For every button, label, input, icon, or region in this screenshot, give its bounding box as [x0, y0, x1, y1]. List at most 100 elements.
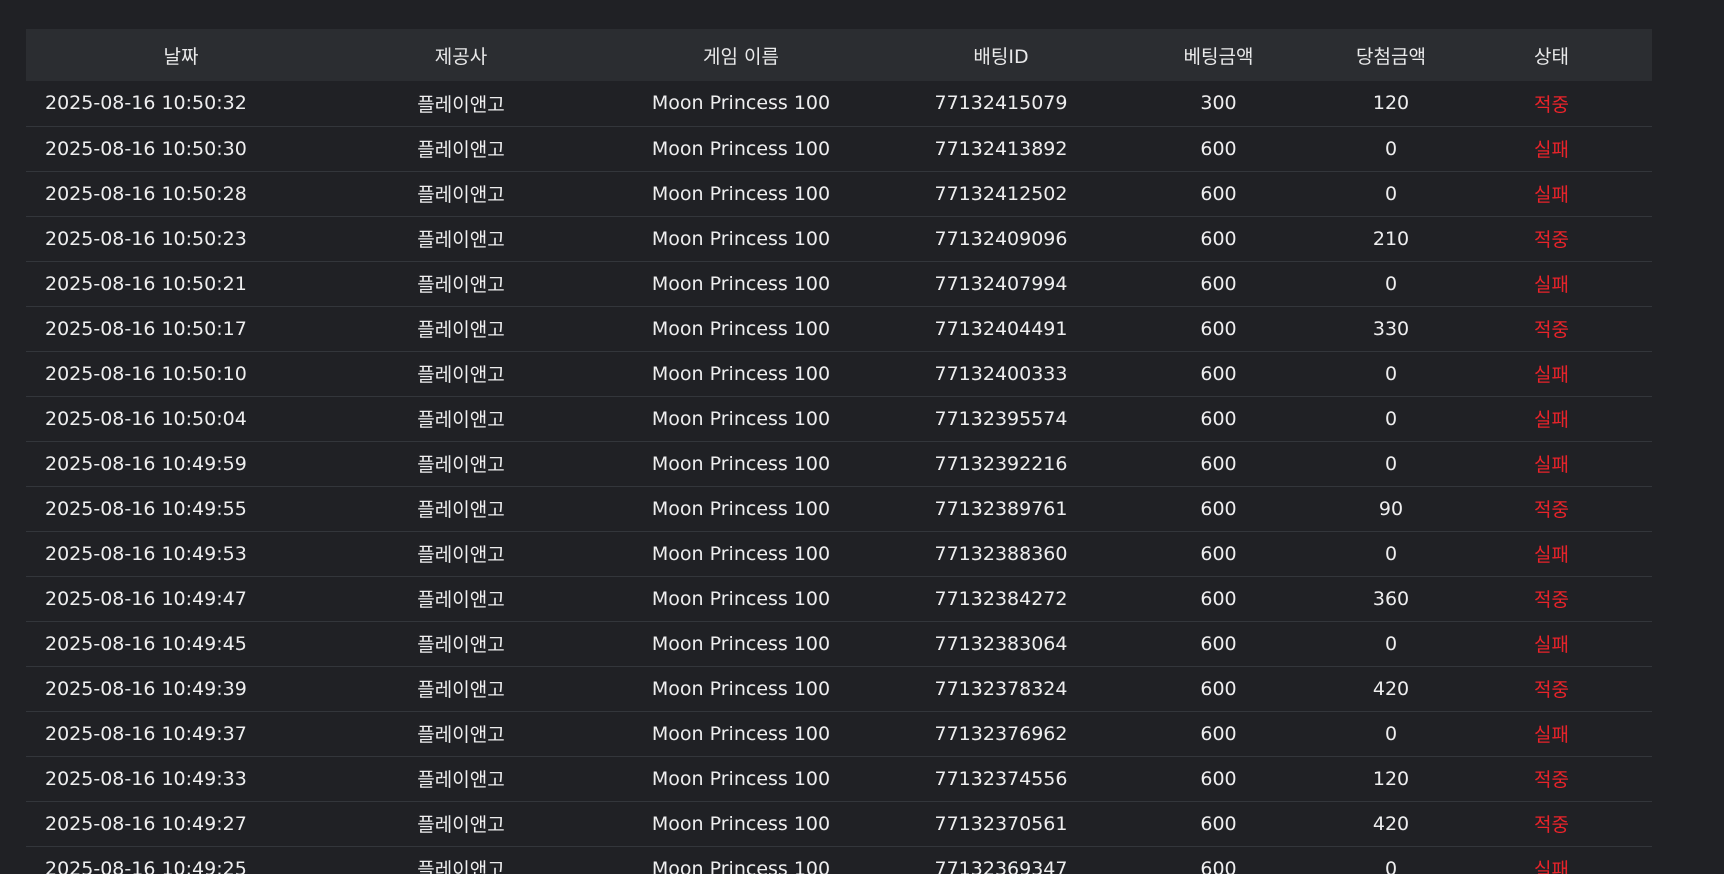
cell-game-name: Moon Princess 100 [651, 587, 831, 610]
cell-bet-amount: 600 [1200, 497, 1237, 520]
cell-game-name: Moon Princess 100 [651, 182, 831, 205]
cell-date: 2025-08-16 10:49:33 [45, 767, 247, 790]
cell-date: 2025-08-16 10:50:10 [45, 362, 247, 385]
cell-provider: 플레이앤고 [417, 679, 505, 701]
cell-bet-amount: 600 [1200, 452, 1237, 475]
cell-bet-id: 77132404491 [934, 317, 1068, 340]
cell-bet-amount: 600 [1200, 227, 1237, 250]
cell-provider: 플레이앤고 [417, 499, 505, 521]
cell-bet-amount: 600 [1200, 362, 1237, 385]
cell-bet-amount: 600 [1200, 812, 1237, 835]
status-badge: 실패 [1534, 409, 1569, 431]
cell-game-name: Moon Princess 100 [651, 92, 831, 115]
bet-history-table: 날짜 제공사 게임 이름 배팅ID 베팅금액 당첨금액 상태 2025-08-1… [26, 29, 1652, 874]
cell-bet-id: 77132370561 [934, 812, 1068, 835]
cell-game-name: Moon Princess 100 [651, 677, 831, 700]
cell-bet-amount: 600 [1200, 272, 1237, 295]
cell-date: 2025-08-16 10:49:39 [45, 677, 247, 700]
table-header: 날짜 제공사 게임 이름 배팅ID 베팅금액 당첨금액 상태 [26, 29, 1652, 81]
table-row: 2025-08-16 10:49:47 플레이앤고 Moon Princess 10… [26, 576, 1652, 621]
cell-win-amount: 0 [1384, 272, 1398, 295]
cell-provider: 플레이앤고 [417, 274, 505, 296]
cell-provider: 플레이앤고 [417, 184, 505, 206]
table-row: 2025-08-16 10:49:37 플레이앤고 Moon Princess 10… [26, 711, 1652, 756]
cell-win-amount: 420 [1372, 677, 1410, 700]
cell-bet-amount: 600 [1200, 137, 1237, 160]
status-badge: 적중 [1534, 814, 1569, 836]
cell-provider: 플레이앤고 [417, 544, 505, 566]
cell-bet-id: 77132369347 [934, 857, 1068, 874]
cell-bet-id: 77132389761 [934, 497, 1068, 520]
cell-provider: 플레이앤고 [417, 319, 505, 341]
cell-bet-id: 77132388360 [934, 542, 1068, 565]
table-row: 2025-08-16 10:50:21 플레이앤고 Moon Princess 10… [26, 261, 1652, 306]
header-game-name: 게임 이름 [703, 45, 779, 68]
cell-bet-id: 77132392216 [934, 452, 1068, 475]
cell-bet-amount: 600 [1200, 542, 1237, 565]
cell-game-name: Moon Princess 100 [651, 317, 831, 340]
table-row: 2025-08-16 10:49:59 플레이앤고 Moon Princess 10… [26, 441, 1652, 486]
cell-date: 2025-08-16 10:49:59 [45, 452, 247, 475]
status-badge: 실패 [1534, 364, 1569, 386]
cell-game-name: Moon Princess 100 [651, 542, 831, 565]
table-body: 2025-08-16 10:50:32 플레이앤고 Moon Princess 10… [26, 81, 1652, 874]
cell-bet-id: 77132409096 [934, 227, 1068, 250]
status-badge: 실패 [1534, 859, 1569, 874]
cell-provider: 플레이앤고 [417, 229, 505, 251]
table-row: 2025-08-16 10:50:17 플레이앤고 Moon Princess 10… [26, 306, 1652, 351]
cell-win-amount: 0 [1384, 722, 1398, 745]
cell-game-name: Moon Princess 100 [651, 722, 831, 745]
cell-bet-amount: 600 [1200, 677, 1237, 700]
header-date: 날짜 [163, 45, 199, 68]
cell-provider: 플레이앤고 [417, 139, 505, 161]
status-badge: 실패 [1534, 454, 1569, 476]
header-status: 상태 [1534, 45, 1569, 68]
table-row: 2025-08-16 10:49:53 플레이앤고 Moon Princess 10… [26, 531, 1652, 576]
cell-date: 2025-08-16 10:50:23 [45, 227, 247, 250]
cell-date: 2025-08-16 10:49:25 [45, 857, 247, 874]
table-row: 2025-08-16 10:50:23 플레이앤고 Moon Princess 10… [26, 216, 1652, 261]
table-header-row: 날짜 제공사 게임 이름 배팅ID 베팅금액 당첨금액 상태 [26, 29, 1652, 81]
cell-bet-id: 77132400333 [934, 362, 1068, 385]
table-row: 2025-08-16 10:50:04 플레이앤고 Moon Princess 10… [26, 396, 1652, 441]
status-badge: 적중 [1534, 319, 1569, 341]
status-badge: 적중 [1534, 499, 1569, 521]
cell-date: 2025-08-16 10:50:30 [45, 137, 247, 160]
cell-bet-id: 77132413892 [934, 137, 1068, 160]
cell-win-amount: 0 [1384, 857, 1398, 874]
cell-game-name: Moon Princess 100 [651, 407, 831, 430]
cell-game-name: Moon Princess 100 [651, 812, 831, 835]
cell-date: 2025-08-16 10:50:04 [45, 407, 247, 430]
cell-date: 2025-08-16 10:49:37 [45, 722, 247, 745]
header-bet-amount: 베팅금액 [1183, 45, 1254, 68]
cell-date: 2025-08-16 10:50:28 [45, 182, 247, 205]
header-provider: 제공사 [434, 45, 488, 68]
table-row: 2025-08-16 10:50:10 플레이앤고 Moon Princess 10… [26, 351, 1652, 396]
table-row: 2025-08-16 10:49:33 플레이앤고 Moon Princess 10… [26, 756, 1652, 801]
cell-game-name: Moon Princess 100 [651, 272, 831, 295]
cell-bet-id: 77132383064 [934, 632, 1068, 655]
cell-bet-amount: 600 [1200, 317, 1237, 340]
cell-date: 2025-08-16 10:49:27 [45, 812, 247, 835]
cell-bet-id: 77132374556 [934, 767, 1068, 790]
table-row: 2025-08-16 10:50:30 플레이앤고 Moon Princess 10… [26, 126, 1652, 171]
cell-win-amount: 0 [1384, 542, 1398, 565]
table-row: 2025-08-16 10:49:25 플레이앤고 Moon Princess 10… [26, 846, 1652, 874]
cell-bet-id: 77132407994 [934, 272, 1068, 295]
cell-date: 2025-08-16 10:49:53 [45, 542, 247, 565]
cell-date: 2025-08-16 10:49:55 [45, 497, 247, 520]
cell-provider: 플레이앤고 [417, 769, 505, 791]
status-badge: 실패 [1534, 139, 1569, 161]
cell-win-amount: 210 [1372, 227, 1410, 250]
cell-bet-amount: 600 [1200, 857, 1237, 874]
cell-win-amount: 120 [1372, 767, 1410, 790]
status-badge: 실패 [1534, 724, 1569, 746]
cell-game-name: Moon Princess 100 [651, 452, 831, 475]
cell-win-amount: 120 [1372, 92, 1410, 115]
cell-bet-amount: 600 [1200, 722, 1237, 745]
cell-bet-amount: 600 [1200, 587, 1237, 610]
status-badge: 적중 [1534, 93, 1569, 116]
status-badge: 적중 [1534, 769, 1569, 791]
cell-win-amount: 360 [1372, 587, 1410, 610]
cell-provider: 플레이앤고 [417, 859, 505, 874]
